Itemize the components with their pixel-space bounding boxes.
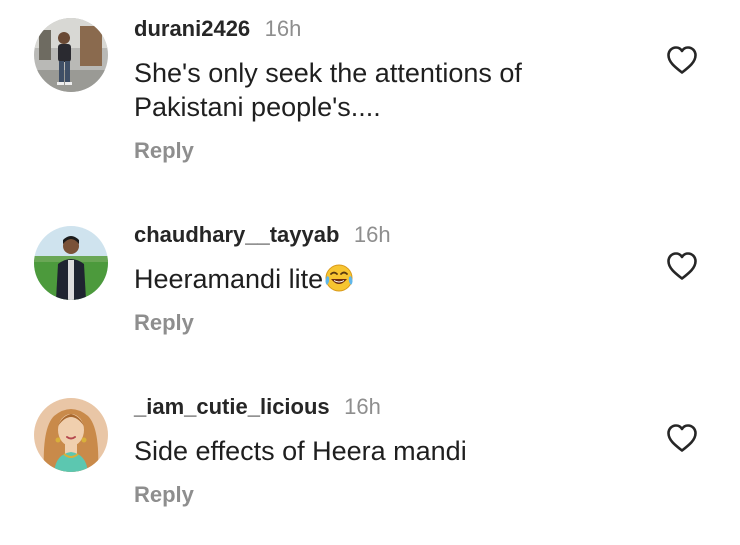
woman-portrait-photo-icon: [34, 398, 108, 472]
tears-of-joy-emoji-icon: [325, 264, 353, 292]
comment-item: chaudhary__tayyab 16h Heeramandi lite Re…: [0, 220, 740, 350]
comment-text: She's only seek the attentions of Pakist…: [134, 58, 522, 122]
comment-item: _iam_cutie_licious 16h Side effects of H…: [0, 392, 740, 522]
comment-item: durani2426 16h She's only seek the atten…: [0, 14, 740, 184]
heart-outline-icon: [667, 252, 697, 280]
username-link[interactable]: _iam_cutie_licious: [134, 394, 330, 419]
heart-outline-icon: [667, 424, 697, 452]
like-button[interactable]: [666, 251, 698, 281]
timestamp: 16h: [264, 16, 302, 41]
comment-meta: durani2426 16h: [134, 14, 301, 44]
timestamp: 16h: [344, 394, 381, 419]
username-link[interactable]: durani2426: [134, 16, 250, 41]
like-button[interactable]: [666, 45, 698, 75]
comment-meta: chaudhary__tayyab 16h: [134, 220, 391, 250]
reply-button[interactable]: Reply: [134, 138, 194, 164]
username-link[interactable]: chaudhary__tayyab: [134, 222, 339, 247]
comment-text-content: Heeramandi lite: [134, 264, 324, 294]
reply-button[interactable]: Reply: [134, 310, 194, 336]
heart-outline-icon: [667, 46, 697, 74]
person-standing-photo-icon: [34, 18, 108, 92]
avatar[interactable]: [34, 226, 108, 300]
comment-text: Side effects of Heera mandi: [134, 436, 467, 466]
reply-button[interactable]: Reply: [134, 482, 194, 508]
avatar[interactable]: [34, 398, 108, 472]
timestamp: 16h: [353, 222, 391, 247]
comment-meta: _iam_cutie_licious 16h: [134, 392, 381, 422]
like-button[interactable]: [666, 423, 698, 453]
comment-text: Heeramandi lite: [134, 262, 634, 296]
man-in-field-photo-icon: [34, 226, 108, 300]
avatar[interactable]: [34, 18, 108, 92]
